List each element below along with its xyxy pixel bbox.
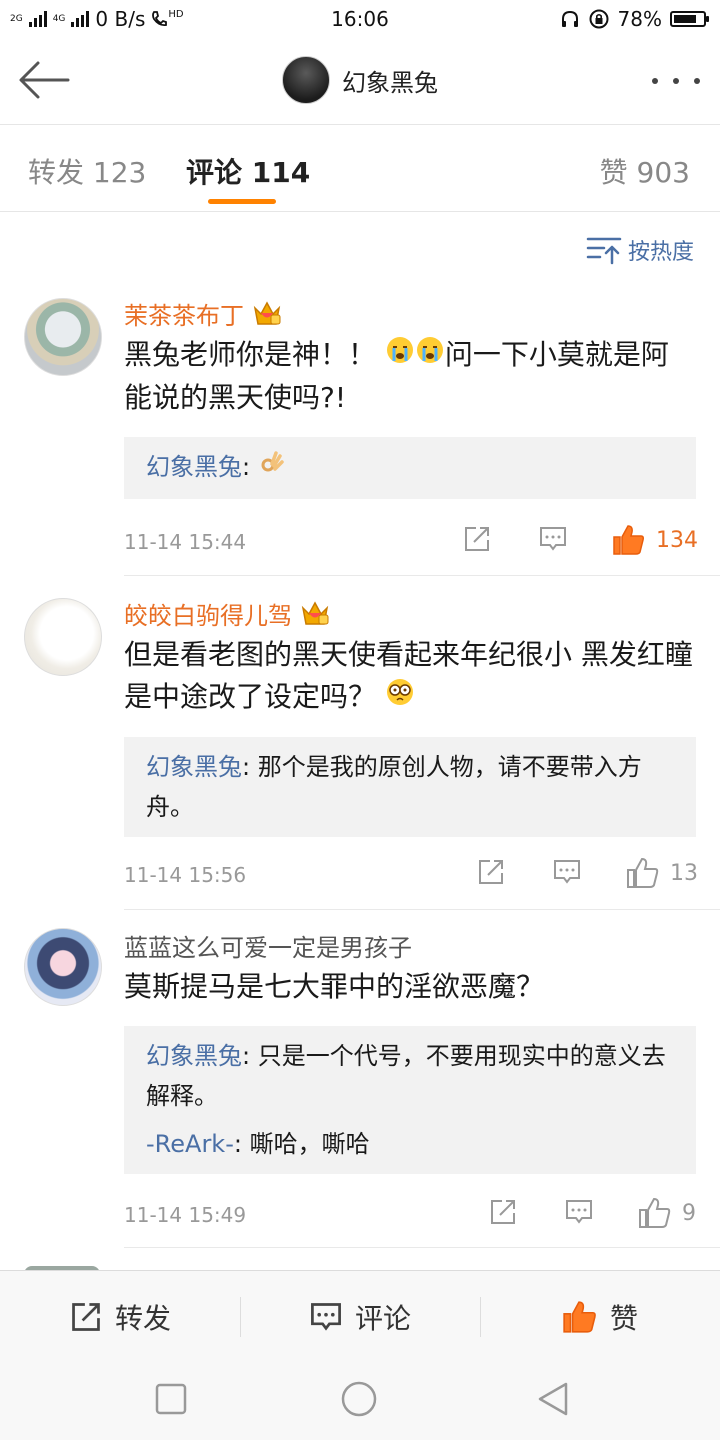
like-thumb-icon[interactable] [612, 524, 646, 556]
more-options-icon[interactable] [652, 66, 700, 96]
tab-likes[interactable]: 赞 903 [600, 151, 690, 191]
back-triangle-icon[interactable] [536, 1381, 570, 1417]
comment-divider [124, 1247, 720, 1248]
reply-colon: : [242, 453, 258, 481]
commenter-avatar[interactable] [24, 598, 102, 676]
commenter-name-text[interactable]: 皎皎白驹得儿驾 [124, 596, 292, 631]
vip-crown-icon [301, 601, 329, 625]
rotation-lock-icon [589, 9, 609, 29]
reply-box[interactable]: 幻象黑兔: 那个是我的原创人物，请不要带入方舟。 [124, 737, 696, 837]
comment-button[interactable]: 评论 [240, 1271, 480, 1363]
status-right: 78% [560, 7, 709, 31]
like-thumb-icon[interactable] [626, 857, 660, 889]
comment-body: 蓝蓝这么可爱一定是男孩子 莫斯提马是七大罪中的淫欲恶魔？ 幻象黑兔: 只是一个代… [124, 928, 696, 1174]
author-header[interactable]: 幻象黑兔 [0, 56, 720, 104]
like-thumb-icon [563, 1301, 596, 1333]
reply-colon: : [233, 1130, 250, 1158]
sort-icon [586, 237, 622, 265]
battery-percent: 78% [617, 7, 662, 31]
comment-divider [124, 909, 720, 910]
battery-icon [670, 11, 709, 27]
top-nav: 幻象黑兔 [0, 38, 720, 125]
system-nav-bar [0, 1362, 720, 1440]
comment-time: 11-14 15:56 [124, 863, 247, 887]
repost-icon [72, 1303, 100, 1331]
comment-text: 黑兔老师你是神！！ 问一下小莫就是阿能说的黑天使吗?! [124, 334, 696, 419]
comment-icon[interactable] [564, 1197, 594, 1227]
reply-colon: : [242, 1042, 258, 1070]
reply-box[interactable]: 幻象黑兔: 只是一个代号，不要用现实中的意义去解释。 -ReArk-: 嘶哈，嘶… [124, 1026, 696, 1174]
like-count: 13 [670, 861, 698, 886]
reply-line: 幻象黑兔: [146, 447, 674, 488]
repost-label: 转发 [114, 1302, 171, 1335]
battery-level [674, 15, 696, 23]
like-count: 9 [682, 1201, 696, 1226]
like-count: 134 [656, 528, 698, 553]
comment-icon[interactable] [538, 524, 568, 554]
comment-meta: 11-14 15:49 9 [124, 1195, 696, 1235]
headphones-icon [561, 10, 578, 27]
comment-text: 莫斯提马是七大罪中的淫欲恶魔？ [124, 970, 545, 1003]
ok-hand-icon [258, 448, 284, 488]
commenter-name-text[interactable]: 蓝蓝这么可爱一定是男孩子 [124, 928, 412, 963]
reply-author[interactable]: 幻象黑兔 [146, 453, 242, 481]
share-icon[interactable] [488, 1197, 518, 1227]
active-tab-indicator [208, 199, 276, 204]
crying-face-icon [415, 335, 445, 377]
commenter-avatar[interactable] [24, 298, 102, 376]
tab-repost[interactable]: 转发 123 [28, 151, 146, 191]
bottom-action-bar: 转发 评论 赞 [0, 1270, 720, 1363]
repost-button[interactable]: 转发 [0, 1271, 240, 1363]
commenter-name[interactable]: 蓝蓝这么可爱一定是男孩子 [124, 928, 696, 962]
commenter-avatar[interactable] [24, 928, 102, 1006]
comment-meta: 11-14 15:44 134 [124, 522, 698, 562]
commenter-name[interactable]: 皎皎白驹得儿驾 [124, 596, 696, 630]
recent-apps-icon[interactable] [154, 1382, 188, 1416]
vip-crown-icon [253, 301, 281, 325]
reply-author[interactable]: -ReArk- [146, 1130, 234, 1158]
status-bar: 2G 4G 0 B/s HD 16:06 78% [0, 0, 720, 38]
reply-line: 幻象黑兔: 只是一个代号，不要用现实中的意义去解释。 [146, 1036, 674, 1116]
home-icon[interactable] [340, 1380, 378, 1418]
comment-icon[interactable] [552, 857, 582, 887]
comment-divider [124, 575, 720, 576]
author-name[interactable]: 幻象黑兔 [342, 63, 438, 98]
commenter-name-text[interactable]: 茉茶茶布丁 [124, 296, 244, 331]
like-button[interactable]: 赞 [480, 1271, 720, 1363]
like-thumb-icon[interactable] [638, 1197, 672, 1229]
tab-bar: 转发 123 评论 114 赞 903 [0, 125, 720, 212]
share-icon[interactable] [476, 857, 506, 887]
comment-meta: 11-14 15:56 13 [124, 855, 698, 895]
comment-time: 11-14 15:49 [124, 1203, 247, 1227]
author-avatar[interactable] [282, 56, 330, 104]
dizzy-face-icon [385, 677, 415, 719]
sort-by-hot-button[interactable]: 按热度 [586, 234, 694, 266]
reply-line: -ReArk-: 嘶哈，嘶哈 [146, 1124, 674, 1164]
reply-author[interactable]: 幻象黑兔 [146, 1042, 242, 1070]
comment-body: 皎皎白驹得儿驾 但是看老图的黑天使看起来年纪很小 黑发红瞳 是中途改了设定吗？ … [124, 596, 696, 837]
reply-author[interactable]: 幻象黑兔 [146, 753, 242, 781]
comment-body: 茉茶茶布丁 黑兔老师你是神！！ 问一下小莫就是阿能说的黑天使吗?! 幻象黑兔: [124, 296, 696, 499]
comment-icon [311, 1303, 341, 1331]
reply-line: 幻象黑兔: 那个是我的原创人物，请不要带入方舟。 [146, 747, 674, 827]
reply-text: 嘶哈，嘶哈 [249, 1130, 370, 1158]
comment-label: 评论 [354, 1302, 411, 1335]
comment-time: 11-14 15:44 [124, 530, 247, 554]
reply-box[interactable]: 幻象黑兔: [124, 437, 696, 499]
share-icon[interactable] [462, 524, 492, 554]
tab-comments[interactable]: 评论 114 [186, 151, 310, 191]
reply-colon: : [242, 753, 258, 781]
comment-text-start: 黑兔老师你是神！！ [124, 338, 377, 371]
sort-label: 按热度 [627, 240, 694, 265]
like-label: 赞 [609, 1302, 638, 1335]
crying-face-icon [385, 335, 415, 377]
commenter-name[interactable]: 茉茶茶布丁 [124, 296, 696, 330]
comment-text: 但是看老图的黑天使看起来年纪很小 黑发红瞳 是中途改了设定吗？ [124, 634, 696, 719]
